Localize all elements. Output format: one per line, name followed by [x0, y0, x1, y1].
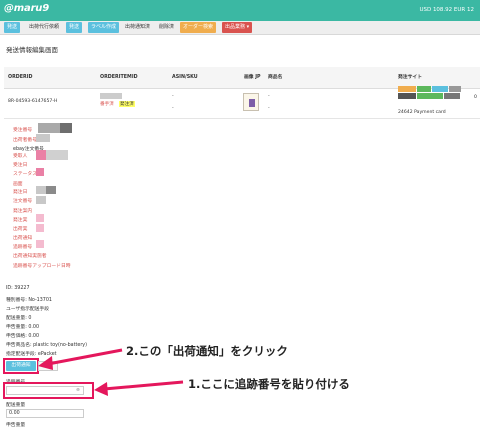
detail-label-order-no: 受注番号 [13, 128, 33, 133]
top-header: @maru9 USD 108.92 EUR 12 [0, 0, 480, 21]
product-thumbnail[interactable] [243, 93, 259, 111]
redacted-block [46, 186, 56, 194]
arrow-1-head [94, 382, 108, 396]
info-user-method: ユーザ指示配送手段 [6, 307, 50, 312]
detail-label-purchase-no: 注文番号 [13, 199, 33, 204]
redacted-block [36, 224, 44, 232]
order-id[interactable]: 8R-04593-6147657-H [8, 99, 57, 104]
info-ship-method: 指定配送手段: ePacket [6, 352, 57, 357]
detail-label-upload-time: 追跡番号アップロード日時 [13, 264, 71, 269]
site-badge-3 [432, 86, 448, 92]
exchange-rates: USD 108.92 EUR 12 [419, 7, 474, 13]
detail-label-ship-notice: 出荷通知 [13, 236, 33, 241]
detail-label-order-date: 受注日 [13, 163, 28, 168]
redacted-block [36, 214, 44, 222]
redacted-block [36, 168, 44, 176]
nav-bar: 発送 出荷代行依頼 発送 ラベル作成 出荷通知済 削除済 オーダー検索 出品業務… [0, 21, 480, 35]
item-status-red: 番手済 [100, 102, 114, 107]
redacted-block [36, 134, 50, 142]
nav-ship2-button[interactable]: 発送 [66, 22, 83, 33]
weight-input[interactable]: 0.00 [6, 409, 84, 418]
info-declared-price: 申告価格: 0.00 [6, 334, 40, 339]
arrow-2-line [47, 348, 123, 366]
tracking-highlight [3, 382, 94, 399]
callout-step-1: 1.ここに追跡番号を貼り付ける [188, 377, 350, 391]
product-name[interactable]: - [268, 94, 270, 99]
site-badge-6 [417, 93, 443, 99]
redacted-block [38, 123, 60, 133]
redacted-block [60, 123, 72, 133]
redacted-item-id [100, 93, 122, 99]
nav-order-search-button[interactable]: オーダー検索 [180, 22, 217, 33]
detail-label-notifier: 出荷通知実施者 [13, 254, 47, 259]
arrow-1-line [103, 380, 184, 391]
product-name-2: - [268, 106, 270, 111]
detail-label-status: ステータス [13, 172, 37, 177]
nav-listing-dropdown[interactable]: 出品業務 ▾ [222, 22, 253, 33]
redacted-block [36, 186, 46, 194]
brand-logo[interactable]: @maru9 [4, 3, 49, 14]
detail-label-tracking: 追跡番号 [13, 245, 33, 250]
info-weight: 配送重量: 0 [6, 316, 32, 321]
ship-notify-highlight [3, 358, 39, 374]
secondary-button[interactable] [38, 361, 58, 371]
site-badge-7 [444, 93, 460, 99]
col-product-name: 商品名 [268, 75, 283, 80]
callout-step-2: 2.この「出荷通知」をクリック [126, 344, 288, 358]
site-badge-5 [398, 93, 416, 99]
detail-label-recipient: 受取人 [13, 154, 28, 159]
item-status-yellow: 発注済 [119, 101, 135, 107]
callout-arrows [38, 348, 184, 396]
detail-label-ship-done: 出荷実 [13, 227, 28, 232]
redacted-block [46, 150, 68, 160]
detail-label-purchase-date: 発注日 [13, 190, 28, 195]
nav-outsourcing-button[interactable]: 出荷代行依頼 [26, 22, 62, 33]
site-badge-4 [449, 86, 461, 92]
payment-info: 24642 Payment card [398, 110, 446, 115]
asin-value[interactable]: - [172, 94, 174, 99]
detail-label-screen: 画面 [13, 182, 23, 187]
declared-weight-label: 申告重量 [6, 423, 26, 428]
info-declared-weight: 申告重量: 0.00 [6, 325, 40, 330]
col-image: 画像 JP [244, 75, 261, 80]
sku-value: - [172, 106, 174, 111]
product-image-icon [249, 99, 255, 107]
detail-label-shipper-no: 出荷者番号 [13, 138, 37, 143]
redacted-block [36, 240, 44, 248]
nav-deleted-button[interactable]: 削除済 [156, 22, 177, 33]
col-orderitemid: ORDERITEMID [100, 75, 138, 80]
cut-column-value: 0 [474, 95, 477, 100]
redacted-block [36, 150, 46, 160]
info-type-no: 種別番号: No-13701 [6, 298, 52, 303]
detail-label-purchase-guide: 発注案内 [13, 209, 33, 214]
page-title: 発送情報編集画面 [6, 46, 58, 54]
weight-label: 配送重量 [6, 403, 26, 408]
site-badge-2 [417, 86, 431, 92]
info-id: ID: 39227 [6, 286, 30, 291]
nav-label-button[interactable]: ラベル作成 [88, 22, 120, 33]
nav-ship-button[interactable]: 発送 [4, 22, 21, 33]
col-asin-sku: ASIN/SKU [172, 75, 198, 80]
redacted-block [36, 196, 46, 204]
col-orderid: ORDERID [8, 75, 33, 80]
nav-notified-button[interactable]: 出荷通知済 [122, 22, 153, 33]
detail-label-purchase-done: 発注実 [13, 218, 28, 223]
site-badge-1 [398, 86, 416, 92]
info-declared-item: 申告商品名: plastic toy(no-battery) [6, 343, 88, 348]
